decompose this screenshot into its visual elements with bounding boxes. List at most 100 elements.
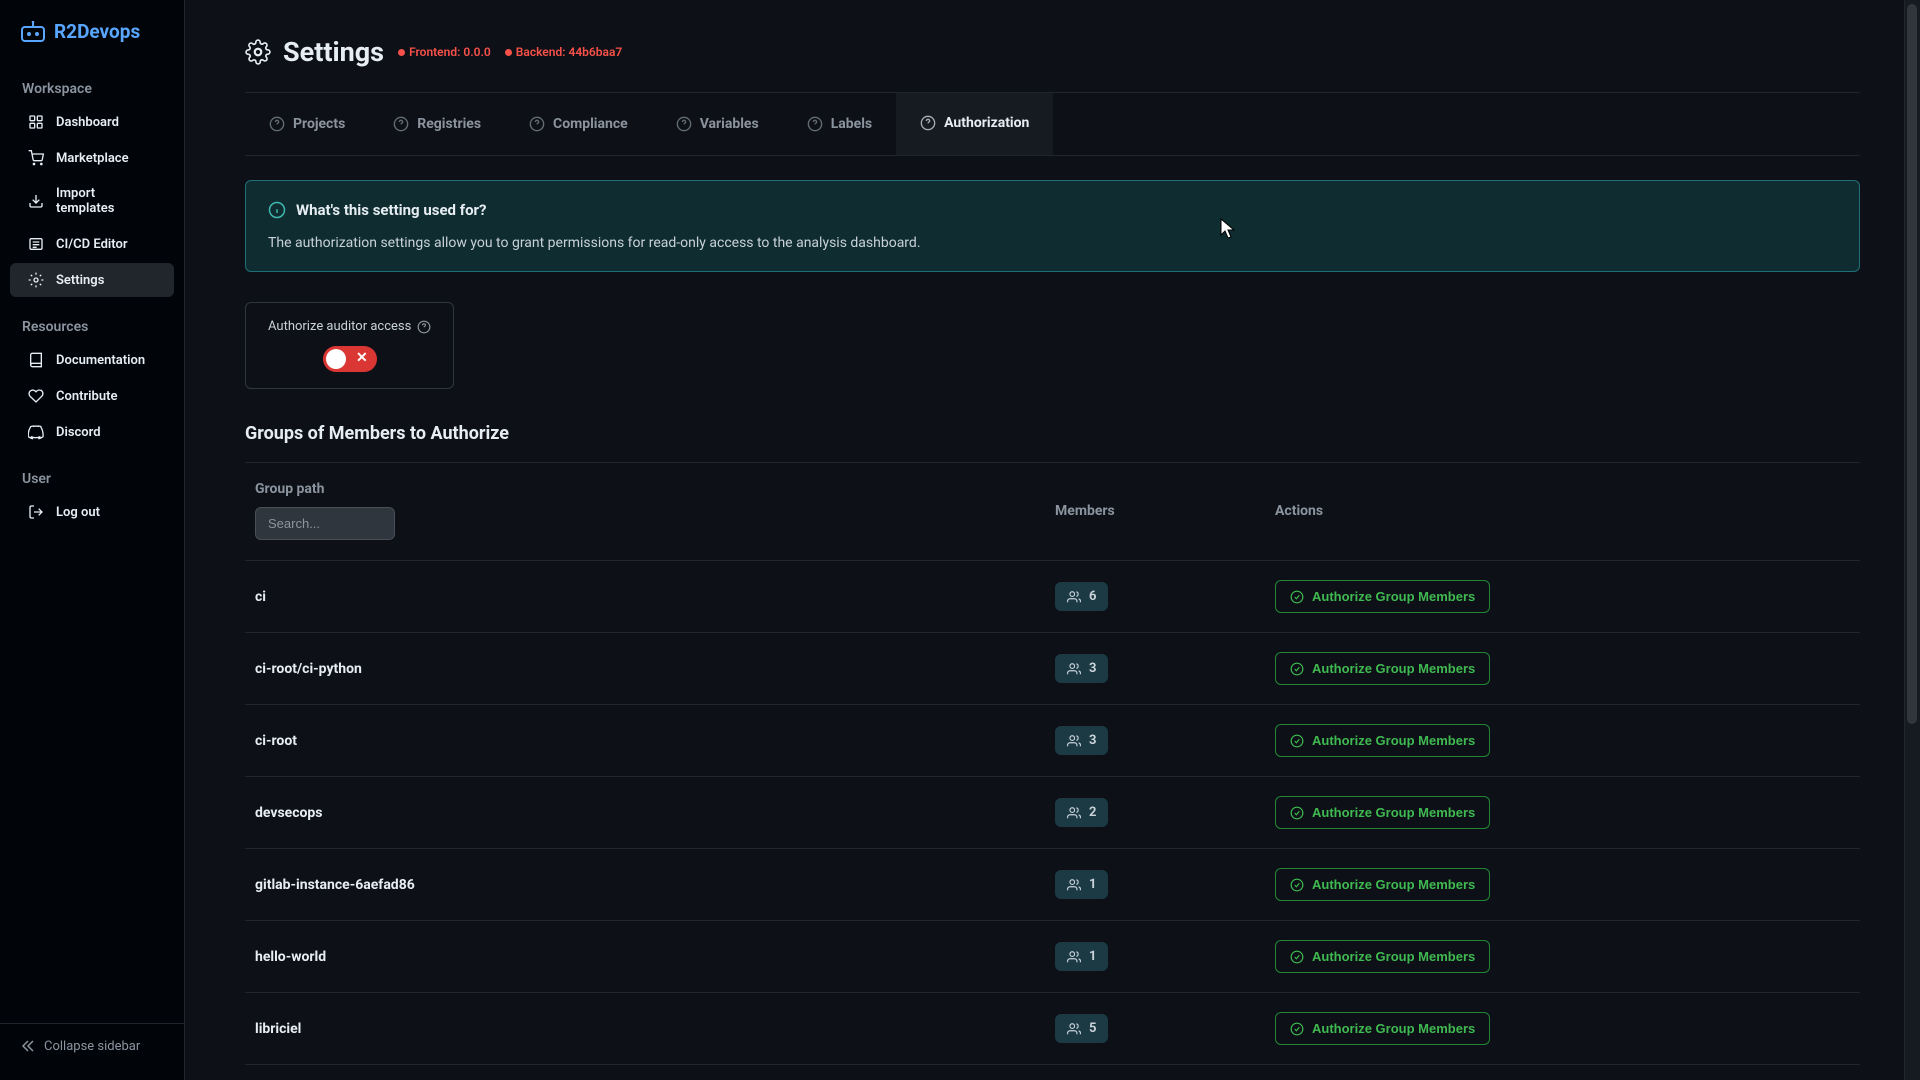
authorize-group-button[interactable]: Authorize Group Members — [1275, 652, 1490, 685]
members-badge: 5 — [1055, 1014, 1108, 1043]
auditor-access-toggle[interactable]: ✕ — [323, 346, 377, 372]
sidebar-item-dashboard[interactable]: Dashboard — [10, 105, 174, 139]
dashboard-icon — [28, 114, 44, 130]
nav-item-label: Dashboard — [56, 115, 119, 130]
tab-label: Registries — [417, 116, 481, 132]
table-row: gitlab-instance-6aefad861Authorize Group… — [245, 849, 1860, 921]
tab-label: Compliance — [553, 116, 628, 132]
sidebar: R2Devops Workspace Dashboard Marketplace Im… — [0, 0, 185, 1080]
nav-item-label: Contribute — [56, 389, 117, 404]
scrollbar-thumb[interactable] — [1907, 4, 1917, 724]
members-count: 1 — [1089, 949, 1096, 964]
help-tab-icon — [807, 116, 823, 132]
sidebar-item-marketplace[interactable]: Marketplace — [10, 141, 174, 175]
editor-icon — [28, 236, 44, 252]
table-row: devsecops2Authorize Group Members — [245, 777, 1860, 849]
tab-labels[interactable]: Labels — [783, 93, 896, 155]
sidebar-item-discord[interactable]: Discord — [10, 415, 174, 449]
members-badge: 1 — [1055, 870, 1108, 899]
groups-section-title: Groups of Members to Authorize — [245, 423, 1860, 463]
table-row: ci6 Authorize Group Members — [245, 561, 1860, 633]
nav-item-label: Documentation — [56, 353, 145, 368]
tab-label: Labels — [831, 116, 872, 132]
check-circle-icon — [1290, 950, 1304, 964]
members-count: 5 — [1089, 1021, 1096, 1036]
nav-item-label: Marketplace — [56, 151, 129, 166]
sidebar-item-cicd-editor[interactable]: CI/CD Editor — [10, 227, 174, 261]
tab-label: Authorization — [944, 115, 1029, 131]
help-tab-icon — [920, 115, 936, 131]
members-count: 3 — [1089, 733, 1096, 748]
vertical-scrollbar[interactable] — [1904, 0, 1920, 1080]
toggle-x-icon: ✕ — [356, 350, 368, 366]
table-row: ci-root 3 Authorize Group Members — [245, 705, 1860, 777]
table-row: hello-world1Authorize Group Members — [245, 921, 1860, 993]
members-count: 1 — [1089, 877, 1096, 892]
users-icon — [1067, 1022, 1081, 1036]
help-icon[interactable] — [417, 320, 431, 334]
auditor-access-label: Authorize auditor access — [268, 319, 431, 334]
table-row: libriciel 5 Authorize Group Members — [245, 993, 1860, 1065]
sidebar-item-import-templates[interactable]: Import templates — [10, 177, 174, 225]
tab-authorization[interactable]: Authorization — [896, 93, 1053, 155]
tab-projects[interactable]: Projects — [245, 93, 369, 155]
info-icon — [268, 201, 286, 219]
collapse-sidebar-button[interactable]: Collapse sidebar — [0, 1023, 184, 1068]
users-icon — [1067, 590, 1081, 604]
sidebar-item-logout[interactable]: Log out — [10, 495, 174, 529]
sidebar-item-settings[interactable]: Settings — [10, 263, 174, 297]
main-content: Settings Frontend: 0.0.0 Backend: 44b6ba… — [185, 0, 1920, 1080]
gear-icon — [28, 272, 44, 288]
nav-section-title: Resources — [0, 299, 184, 341]
group-path-cell: ci — [255, 589, 1055, 605]
members-badge: 2 — [1055, 798, 1108, 827]
tab-variables[interactable]: Variables — [652, 93, 783, 155]
cart-icon — [28, 150, 44, 166]
authorize-button-label: Authorize Group Members — [1312, 733, 1475, 748]
members-badge: 3 — [1055, 726, 1108, 755]
authorize-group-button[interactable]: Authorize Group Members — [1275, 1012, 1490, 1045]
tab-registries[interactable]: Registries — [369, 93, 505, 155]
frontend-version: Frontend: 0.0.0 — [398, 45, 491, 59]
sidebar-item-documentation[interactable]: Documentation — [10, 343, 174, 377]
settings-tabs: Projects Registries Compliance Variables Lab… — [245, 93, 1860, 156]
auditor-access-box: Authorize auditor access ✕ — [245, 302, 454, 389]
authorize-button-label: Authorize Group Members — [1312, 1021, 1475, 1036]
info-panel-body: The authorization settings allow you to … — [268, 235, 1837, 251]
table-row: my-organization1Authorize Group Members — [245, 1065, 1860, 1080]
chevron-double-left-icon — [20, 1038, 36, 1054]
group-path-cell: ci-root — [255, 733, 1055, 749]
members-badge: 6 — [1055, 582, 1108, 611]
brand-name: R2Devops — [54, 20, 140, 43]
column-group-path: Group path — [255, 481, 1055, 497]
check-circle-icon — [1290, 1022, 1304, 1036]
users-icon — [1067, 734, 1081, 748]
brand-logo[interactable]: R2Devops — [0, 12, 184, 61]
users-icon — [1067, 662, 1081, 676]
authorize-group-button[interactable]: Authorize Group Members — [1275, 940, 1490, 973]
authorize-group-button[interactable]: Authorize Group Members — [1275, 580, 1490, 613]
members-badge: 3 — [1055, 654, 1108, 683]
sidebar-item-contribute[interactable]: Contribute — [10, 379, 174, 413]
members-badge: 1 — [1055, 942, 1108, 971]
nav-section-title: Workspace — [0, 61, 184, 103]
tab-label: Variables — [700, 116, 759, 132]
collapse-sidebar-label: Collapse sidebar — [44, 1039, 140, 1054]
logout-icon — [28, 504, 44, 520]
help-tab-icon — [393, 116, 409, 132]
authorize-button-label: Authorize Group Members — [1312, 949, 1475, 964]
tab-label: Projects — [293, 116, 345, 132]
authorize-group-button[interactable]: Authorize Group Members — [1275, 724, 1490, 757]
info-panel-title: What's this setting used for? — [268, 201, 1837, 219]
page-header: Settings Frontend: 0.0.0 Backend: 44b6ba… — [245, 36, 1860, 93]
authorize-button-label: Authorize Group Members — [1312, 661, 1475, 676]
heart-icon — [28, 388, 44, 404]
authorize-button-label: Authorize Group Members — [1312, 877, 1475, 892]
book-icon — [28, 352, 44, 368]
group-path-cell: ci-root/ci-python — [255, 661, 1055, 677]
group-search-input[interactable] — [255, 507, 395, 540]
authorize-group-button[interactable]: Authorize Group Members — [1275, 796, 1490, 829]
tab-compliance[interactable]: Compliance — [505, 93, 652, 155]
authorize-group-button[interactable]: Authorize Group Members — [1275, 868, 1490, 901]
group-path-cell: libriciel — [255, 1021, 1055, 1037]
